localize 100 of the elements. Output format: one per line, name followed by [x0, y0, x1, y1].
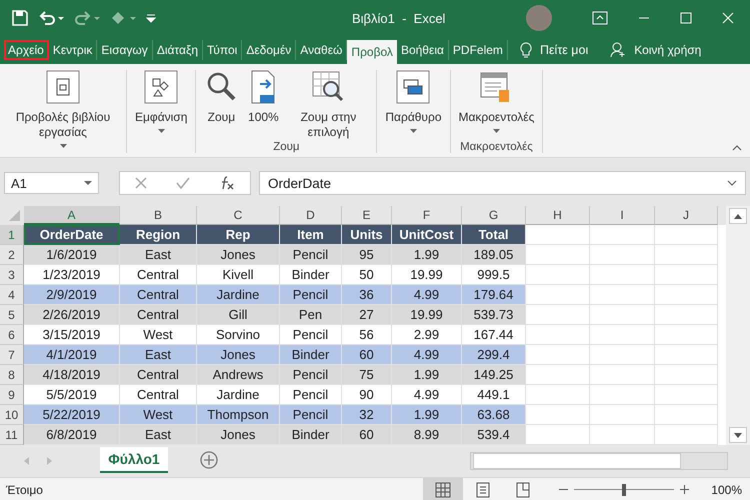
empty-cell — [590, 385, 655, 405]
header-cell: Units — [342, 225, 392, 245]
row-header[interactable]: 1 — [0, 225, 24, 245]
row-header[interactable]: 11 — [0, 425, 24, 445]
row-header[interactable]: 6 — [0, 325, 24, 345]
ribbon-tab[interactable]: Εισαγωγ — [97, 40, 153, 60]
empty-cell — [590, 405, 655, 425]
ribbon-tab[interactable]: Τύποι — [203, 40, 242, 60]
table-cell: Sorvino — [197, 325, 280, 345]
customize-icon[interactable] — [146, 13, 156, 23]
table-cell: Pencil — [280, 405, 342, 425]
row-header[interactable]: 3 — [0, 265, 24, 285]
name-box[interactable]: A1 — [4, 172, 99, 194]
save-icon[interactable] — [12, 10, 28, 26]
ribbon-display-icon[interactable] — [592, 11, 608, 25]
add-sheet-icon[interactable] — [200, 451, 218, 469]
ribbon-tab[interactable]: Διάταξη — [152, 40, 203, 60]
ribbon-button[interactable]: Προβολές βιβλίου εργασίας — [6, 70, 120, 153]
table-cell: West — [120, 405, 197, 425]
view-mode-button[interactable] — [423, 478, 464, 500]
lightbulb-icon — [520, 42, 532, 58]
ribbon-button[interactable]: 100% — [244, 70, 282, 141]
empty-cell — [655, 305, 718, 325]
table-cell: Central — [120, 385, 197, 405]
ribbon-tab[interactable]: Βοήθεια — [396, 40, 449, 60]
table-cell: 50 — [342, 265, 392, 285]
ribbon-tab[interactable]: Προβολ — [347, 40, 397, 64]
ribbon-tab[interactable]: Κεντρικ — [48, 40, 98, 60]
table-cell: Central — [120, 365, 197, 385]
row-header[interactable]: 10 — [0, 405, 24, 425]
ribbon-button[interactable]: Ζουμ — [202, 70, 240, 141]
table-cell: 56 — [342, 325, 392, 345]
table-cell: 60 — [342, 345, 392, 365]
ribbon-tab[interactable]: Αρχείο — [4, 40, 49, 60]
paint-icon — [110, 10, 136, 26]
table-cell: 1.99 — [392, 365, 462, 385]
sheet-tab[interactable]: Φύλλο1 — [100, 447, 168, 473]
column-header[interactable]: I — [590, 206, 655, 225]
ribbon-button[interactable]: Ζουμ στην επιλογή — [286, 70, 370, 141]
empty-cell — [590, 245, 655, 265]
row-header[interactable]: 8 — [0, 365, 24, 385]
function-icon[interactable] — [219, 176, 236, 190]
column-header[interactable]: H — [526, 206, 590, 225]
expand-icon[interactable] — [727, 180, 737, 186]
ribbon-button[interactable]: Παράθυρο — [383, 70, 444, 153]
check-icon[interactable] — [176, 177, 190, 189]
header-cell: UnitCost — [392, 225, 462, 245]
close-icon[interactable] — [722, 12, 734, 24]
header-cell: Region — [120, 225, 197, 245]
formula-field[interactable]: OrderDate — [259, 171, 746, 195]
table-cell: 8.99 — [392, 425, 462, 445]
table-cell: Central — [120, 305, 197, 325]
table-cell: 449.1 — [462, 385, 526, 405]
row-header[interactable]: 5 — [0, 305, 24, 325]
cell-reference: A1 — [11, 176, 27, 190]
undo-icon[interactable] — [38, 10, 64, 26]
table-cell: 4/1/2019 — [24, 345, 120, 365]
table-cell: 189.05 — [462, 245, 526, 265]
row-header[interactable]: 7 — [0, 345, 24, 365]
row-header[interactable]: 2 — [0, 245, 24, 265]
zoom-level[interactable]: 100% — [711, 482, 742, 496]
table-cell: 2/26/2019 — [24, 305, 120, 325]
zoom-in-icon[interactable] — [680, 485, 690, 494]
header-cell: Total — [462, 225, 526, 245]
row-header[interactable]: 9 — [0, 385, 24, 405]
shapes-icon — [144, 70, 178, 104]
table-cell: East — [120, 245, 197, 265]
table-cell: 299.4 — [462, 345, 526, 365]
table-cell: West — [120, 325, 197, 345]
windows-icon — [396, 70, 430, 104]
table-cell: 36 — [342, 285, 392, 305]
table-cell: Kivell — [197, 265, 280, 285]
column-header[interactable]: J — [655, 206, 718, 225]
scroll-up-icon[interactable] — [734, 214, 742, 218]
grid-icon — [434, 480, 452, 498]
window-title: Βιβλίο1 - Excel — [352, 10, 446, 26]
maximize-icon[interactable] — [680, 12, 692, 24]
tell-me-field[interactable]: Πείτε μοι — [540, 43, 588, 57]
table-cell: 75 — [342, 365, 392, 385]
empty-cell — [655, 265, 718, 285]
status-text: Έτοιμο — [6, 482, 43, 496]
empty-cell — [590, 365, 655, 385]
table-cell: 999.5 — [462, 265, 526, 285]
collapse-icon[interactable] — [732, 145, 742, 151]
horizontal-scrollbar[interactable] — [470, 452, 728, 470]
column-header[interactable]: A — [24, 206, 120, 225]
table-cell: East — [120, 345, 197, 365]
row-header[interactable]: 4 — [0, 285, 24, 305]
ribbon-tab[interactable]: PDFelem — [448, 40, 508, 60]
table-cell: 149.25 — [462, 365, 526, 385]
ribbon-button[interactable]: Μακροεντολές — [456, 70, 536, 141]
slider-thumb[interactable] — [622, 484, 626, 496]
share-button[interactable]: Κοινή χρήση — [634, 43, 702, 57]
ribbon-tab[interactable]: Δεδομέν — [242, 40, 296, 60]
table-cell: 27 — [342, 305, 392, 325]
table-cell: Jones — [197, 345, 280, 365]
vertical-scrollbar[interactable] — [726, 206, 750, 445]
scroll-down-icon[interactable] — [734, 432, 742, 438]
ribbon-button[interactable]: Εμφάνιση — [133, 70, 190, 153]
empty-cell — [655, 285, 718, 305]
